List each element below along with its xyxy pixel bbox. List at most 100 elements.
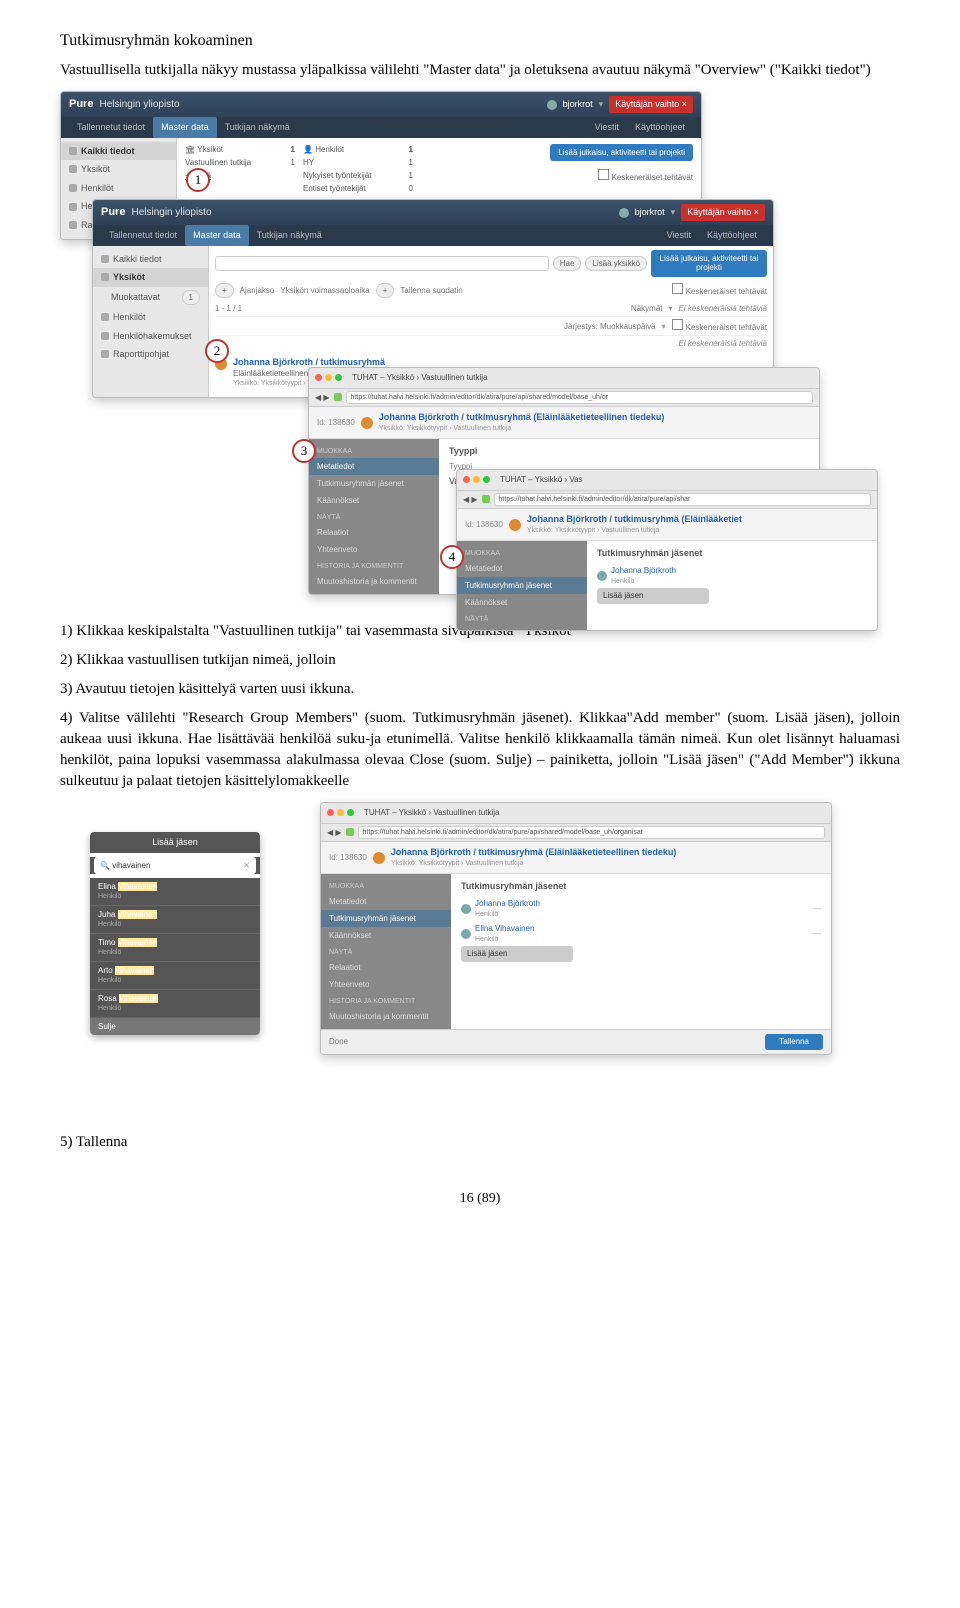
step-2-text: 2) Klikkaa vastuullisen tutkijan nimeä, … (60, 650, 900, 671)
sidebar-item-persons[interactable]: Henkilöt (61, 179, 176, 198)
member-row: Elina VihavainenHenkilö — (461, 921, 821, 946)
pure-navbar-2: Tallennetut tiedot Master data Tutkijan … (93, 225, 773, 246)
tab-master-data[interactable]: Master data (153, 117, 217, 138)
screenshot-stack-2: Lisää jäsen 🔍 vihavainen ✕ Elina Vihavai… (60, 802, 900, 1112)
university-name: Helsingin yliopisto (131, 206, 211, 220)
editor-tab-translations[interactable]: Käännökset (309, 492, 439, 509)
search-result-item[interactable]: Elina VihavainenHenkilö (90, 878, 260, 906)
sidebar-item-units-active[interactable]: Yksiköt (93, 268, 208, 287)
sidebar-item-all[interactable]: Kaikki tiedot (61, 142, 176, 161)
url-bar-2[interactable]: https://tuhat.halvi.helsinki.fi/admin/ed… (494, 493, 871, 507)
editor-tab-metadata[interactable]: Metatiedot (457, 560, 587, 577)
tab-help[interactable]: Käyttöohjeet (627, 117, 693, 138)
grid-icon (101, 255, 109, 263)
browser-tab-title-3: TUHAT – Yksikkö › Vastuullinen tutkija (358, 805, 505, 820)
editor-sidebar-3: MUOKKAA Metatiedot Tutkimusryhmän jäsene… (321, 874, 451, 1030)
filter-add[interactable]: + (215, 283, 234, 298)
doc-icon (69, 203, 77, 211)
pure-navbar: Tallennetut tiedot Master data Tutkijan … (61, 117, 701, 138)
tab-messages[interactable]: Viestit (587, 117, 627, 138)
username: bjorkrot (563, 98, 593, 111)
add-content-button-2[interactable]: Lisää julkaisu, aktiviteetti tai projekt… (651, 250, 767, 277)
editor-tab-translations[interactable]: Käännökset (321, 927, 451, 944)
tab-master-data[interactable]: Master data (185, 225, 249, 246)
step-5-text: 5) Tallenna (60, 1132, 900, 1153)
filter-timespan[interactable]: Ajanjakso (240, 285, 275, 296)
user-icon (619, 208, 629, 218)
sort-dropdown[interactable]: Järjestys: Muokkauspäivä (564, 321, 656, 332)
editor-tab-summary[interactable]: Yhteenveto (309, 541, 439, 558)
building-icon (69, 165, 77, 173)
editor-tab-relations[interactable]: Relaatiot (321, 959, 451, 976)
sidebar-item-persons[interactable]: Henkilöt (93, 308, 208, 327)
editor-tab-members-active[interactable]: Tutkimusryhmän jäsenet (321, 910, 451, 927)
tab-saved[interactable]: Tallennetut tiedot (69, 117, 153, 138)
page-number: 16 (89) (60, 1189, 900, 1209)
remove-icon[interactable]: — (813, 928, 821, 939)
editor-tab-summary[interactable]: Yhteenveto (321, 976, 451, 993)
sidebar-item-person-applications[interactable]: Henkilöhakemukset (93, 327, 208, 346)
pure-logo: Pure (69, 97, 93, 112)
editor-tab-relations[interactable]: Relaatiot (309, 524, 439, 541)
editor-window-2: TUHAT – Yksikkö › Vas ◀ ▶ https://tuhat.… (456, 469, 878, 631)
task-icon (598, 169, 609, 180)
editor-sidebar-2: MUOKKAA Metatiedot Tutkimusryhmän jäsene… (457, 541, 587, 630)
search-input[interactable] (215, 256, 549, 271)
views-dropdown[interactable]: Näkymät (631, 303, 663, 314)
sidebar-item-all[interactable]: Kaikki tiedot (93, 250, 208, 269)
filter-affiliation[interactable]: Yksikön voimassaoloaika (280, 285, 369, 296)
username: bjorkrot (635, 206, 665, 219)
editor-tab-translations[interactable]: Käännökset (457, 594, 587, 611)
switch-user-button[interactable]: Käyttäjän vaihto × (681, 204, 765, 221)
editor-tab-members[interactable]: Tutkimusryhmän jäsenet (309, 475, 439, 492)
member-row: Johanna Björkroth Henkilö (597, 563, 867, 588)
tab-saved[interactable]: Tallennetut tiedot (101, 225, 185, 246)
avatar-icon (597, 571, 607, 581)
save-filter-link[interactable]: Tallenna suodatin (400, 285, 462, 296)
add-content-button[interactable]: Lisää julkaisu, aktiviteetti tai projekt… (550, 144, 693, 162)
search-result-item[interactable]: Rosa VihavainenHenkilö (90, 990, 260, 1018)
university-name: Helsingin yliopisto (99, 98, 179, 112)
search-button[interactable]: Hae (553, 256, 582, 271)
record-icon (373, 852, 385, 864)
avatar-icon (461, 904, 471, 914)
add-unit-button[interactable]: Lisää yksikkö (585, 256, 647, 271)
remove-icon[interactable]: — (813, 903, 821, 914)
filter-add2[interactable]: + (376, 283, 395, 298)
url-bar-3[interactable]: https://tuhat.halvi.helsinki.fi/admin/ed… (358, 826, 825, 840)
editor-tab-members-active[interactable]: Tutkimusryhmän jäsenet (457, 577, 587, 594)
editor-tab-metadata[interactable]: Metatiedot (321, 893, 451, 910)
url-bar[interactable]: https://tuhat.halvi.helsinki.fi/admin/ed… (346, 391, 813, 405)
step-4-text: 4) Valitse välilehti "Research Group Mem… (60, 708, 900, 792)
search-result-item[interactable]: Timo VihavainenHenkilö (90, 934, 260, 962)
done-button[interactable]: Done (329, 1036, 348, 1047)
tab-help[interactable]: Käyttöohjeet (699, 225, 765, 246)
tab-messages[interactable]: Viestit (659, 225, 699, 246)
search-result-item[interactable]: Arto VihavainenHenkilö (90, 962, 260, 990)
search-result-item[interactable]: Juha VihavainenHenkilö (90, 906, 260, 934)
sidebar-item-units[interactable]: Yksiköt (61, 160, 176, 179)
add-member-button[interactable]: Lisää jäsen (597, 588, 709, 603)
tab-researcher[interactable]: Tutkijan näkymä (217, 117, 298, 138)
save-button[interactable]: Tallenna (765, 1034, 823, 1050)
sidebar-item-editable[interactable]: Muokattavat1 (93, 287, 208, 308)
editor-tab-history[interactable]: Muutoshistoria ja kommentit (321, 1008, 451, 1025)
editor-tab-metadata[interactable]: Metatiedot (309, 458, 439, 475)
pure-topbar: Pure Helsingin yliopisto bjorkrot ▾ Käyt… (61, 92, 701, 117)
search-title: Lisää jäsen (90, 832, 260, 853)
switch-user-button[interactable]: Käyttäjän vaihto × (609, 96, 693, 113)
avatar-icon (461, 929, 471, 939)
record-link[interactable]: Johanna Björkroth / tutkimusryhmä (233, 356, 385, 369)
task-icon (672, 319, 683, 330)
sidebar-item-reports[interactable]: Raporttipohjat (93, 345, 208, 364)
section-heading: Tutkimusryhmän kokoaminen (60, 30, 900, 52)
clear-icon[interactable]: ✕ (243, 860, 250, 871)
add-member-button[interactable]: Lisää jäsen (461, 946, 573, 961)
editor-sidebar: MUOKKAA Metatiedot Tutkimusryhmän jäsene… (309, 439, 439, 595)
close-button[interactable]: Sulje (90, 1018, 260, 1035)
lock-icon (334, 393, 342, 401)
tab-researcher[interactable]: Tutkijan näkymä (249, 225, 330, 246)
report-icon (69, 221, 77, 229)
editor-tab-history[interactable]: Muutoshistoria ja kommentit (309, 573, 439, 590)
member-search-input[interactable]: 🔍 vihavainen ✕ (94, 857, 256, 874)
